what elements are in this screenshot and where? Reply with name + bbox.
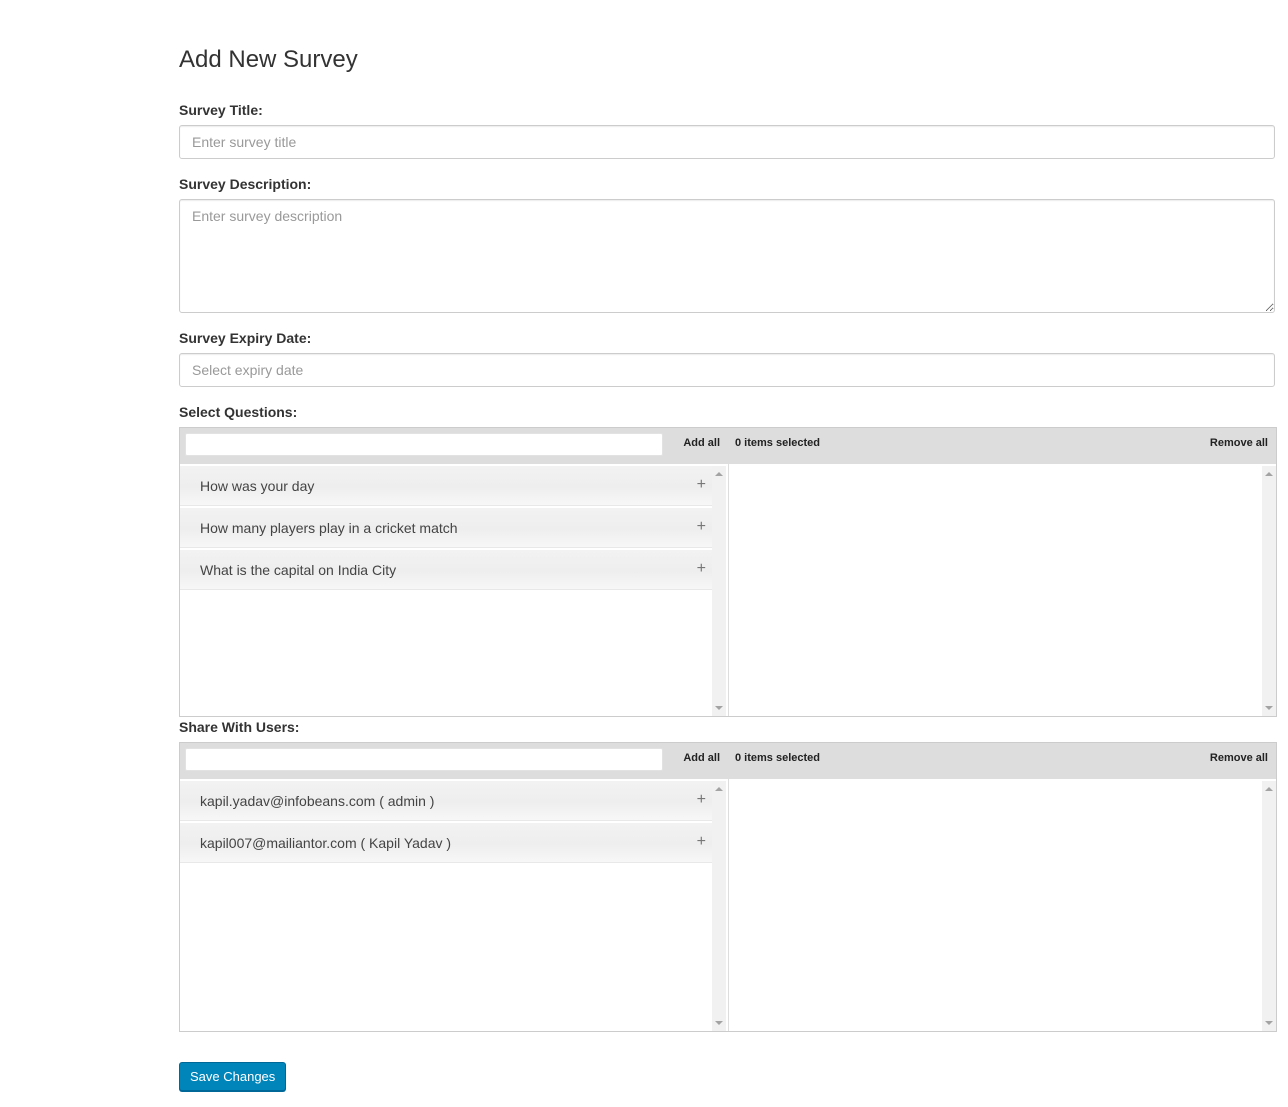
users-selected-panel: 0 items selected Remove all <box>729 743 1276 1031</box>
questions-selected-panel: 0 items selected Remove all <box>729 428 1276 716</box>
users-available-scrollbar[interactable] <box>712 781 726 1031</box>
page-title: Add New Survey <box>179 46 358 73</box>
scroll-up-arrow-icon[interactable] <box>1265 787 1273 791</box>
scroll-up-arrow-icon[interactable] <box>715 472 723 476</box>
questions-available-header: Add all <box>180 428 728 464</box>
scroll-down-arrow-icon[interactable] <box>1265 706 1273 710</box>
user-item[interactable]: kapil007@mailiantor.com ( Kapil Yadav ) … <box>180 823 712 863</box>
plus-icon[interactable]: + <box>697 790 706 810</box>
questions-add-all-button[interactable]: Add all <box>683 436 720 450</box>
question-item-label: How many players play in a cricket match <box>200 520 458 536</box>
question-item[interactable]: What is the capital on India City + <box>180 550 712 590</box>
question-item[interactable]: How was your day + <box>180 466 712 506</box>
users-selected-scrollbar[interactable] <box>1262 781 1276 1031</box>
users-remove-all-button[interactable]: Remove all <box>1210 751 1268 765</box>
scroll-up-arrow-icon[interactable] <box>1265 472 1273 476</box>
users-selected-header: 0 items selected Remove all <box>729 743 1276 779</box>
survey-description-textarea[interactable] <box>179 199 1275 313</box>
scroll-down-arrow-icon[interactable] <box>715 1021 723 1025</box>
users-add-all-button[interactable]: Add all <box>683 751 720 765</box>
select-questions-label: Select Questions: <box>179 404 298 420</box>
questions-available-scrollbar[interactable] <box>712 466 726 716</box>
users-available-list: kapil.yadav@infobeans.com ( admin ) + ka… <box>180 781 712 1031</box>
questions-selected-scrollbar[interactable] <box>1262 466 1276 716</box>
question-item-label: How was your day <box>200 478 315 494</box>
survey-expiry-label: Survey Expiry Date: <box>179 330 312 346</box>
survey-expiry-input[interactable] <box>179 353 1275 387</box>
save-changes-button[interactable]: Save Changes <box>179 1062 287 1091</box>
survey-title-label: Survey Title: <box>179 102 263 118</box>
share-users-label: Share With Users: <box>179 719 300 735</box>
questions-remove-all-button[interactable]: Remove all <box>1210 436 1268 450</box>
users-multiselect: Add all kapil.yadav@infobeans.com ( admi… <box>179 742 1277 1032</box>
plus-icon[interactable]: + <box>697 559 706 579</box>
user-item[interactable]: kapil.yadav@infobeans.com ( admin ) + <box>180 781 712 821</box>
plus-icon[interactable]: + <box>697 517 706 537</box>
question-item-label: What is the capital on India City <box>200 562 397 578</box>
survey-title-input[interactable] <box>179 125 1275 159</box>
questions-multiselect: Add all How was your day + How many play… <box>179 427 1277 717</box>
users-available-header: Add all <box>180 743 728 779</box>
question-item[interactable]: How many players play in a cricket match… <box>180 508 712 548</box>
scroll-down-arrow-icon[interactable] <box>1265 1021 1273 1025</box>
users-selected-count: 0 items selected <box>735 752 820 764</box>
plus-icon[interactable]: + <box>697 832 706 852</box>
users-search-input[interactable] <box>185 748 663 771</box>
scroll-down-arrow-icon[interactable] <box>715 706 723 710</box>
questions-selected-header: 0 items selected Remove all <box>729 428 1276 464</box>
questions-selected-count: 0 items selected <box>735 437 820 449</box>
user-item-label: kapil007@mailiantor.com ( Kapil Yadav ) <box>200 835 452 851</box>
users-available-panel: Add all kapil.yadav@infobeans.com ( admi… <box>180 743 729 1031</box>
scroll-up-arrow-icon[interactable] <box>715 787 723 791</box>
questions-available-panel: Add all How was your day + How many play… <box>180 428 729 716</box>
user-item-label: kapil.yadav@infobeans.com ( admin ) <box>200 793 435 809</box>
questions-available-list: How was your day + How many players play… <box>180 466 712 716</box>
questions-search-input[interactable] <box>185 433 663 456</box>
survey-description-label: Survey Description: <box>179 176 312 192</box>
plus-icon[interactable]: + <box>697 475 706 495</box>
